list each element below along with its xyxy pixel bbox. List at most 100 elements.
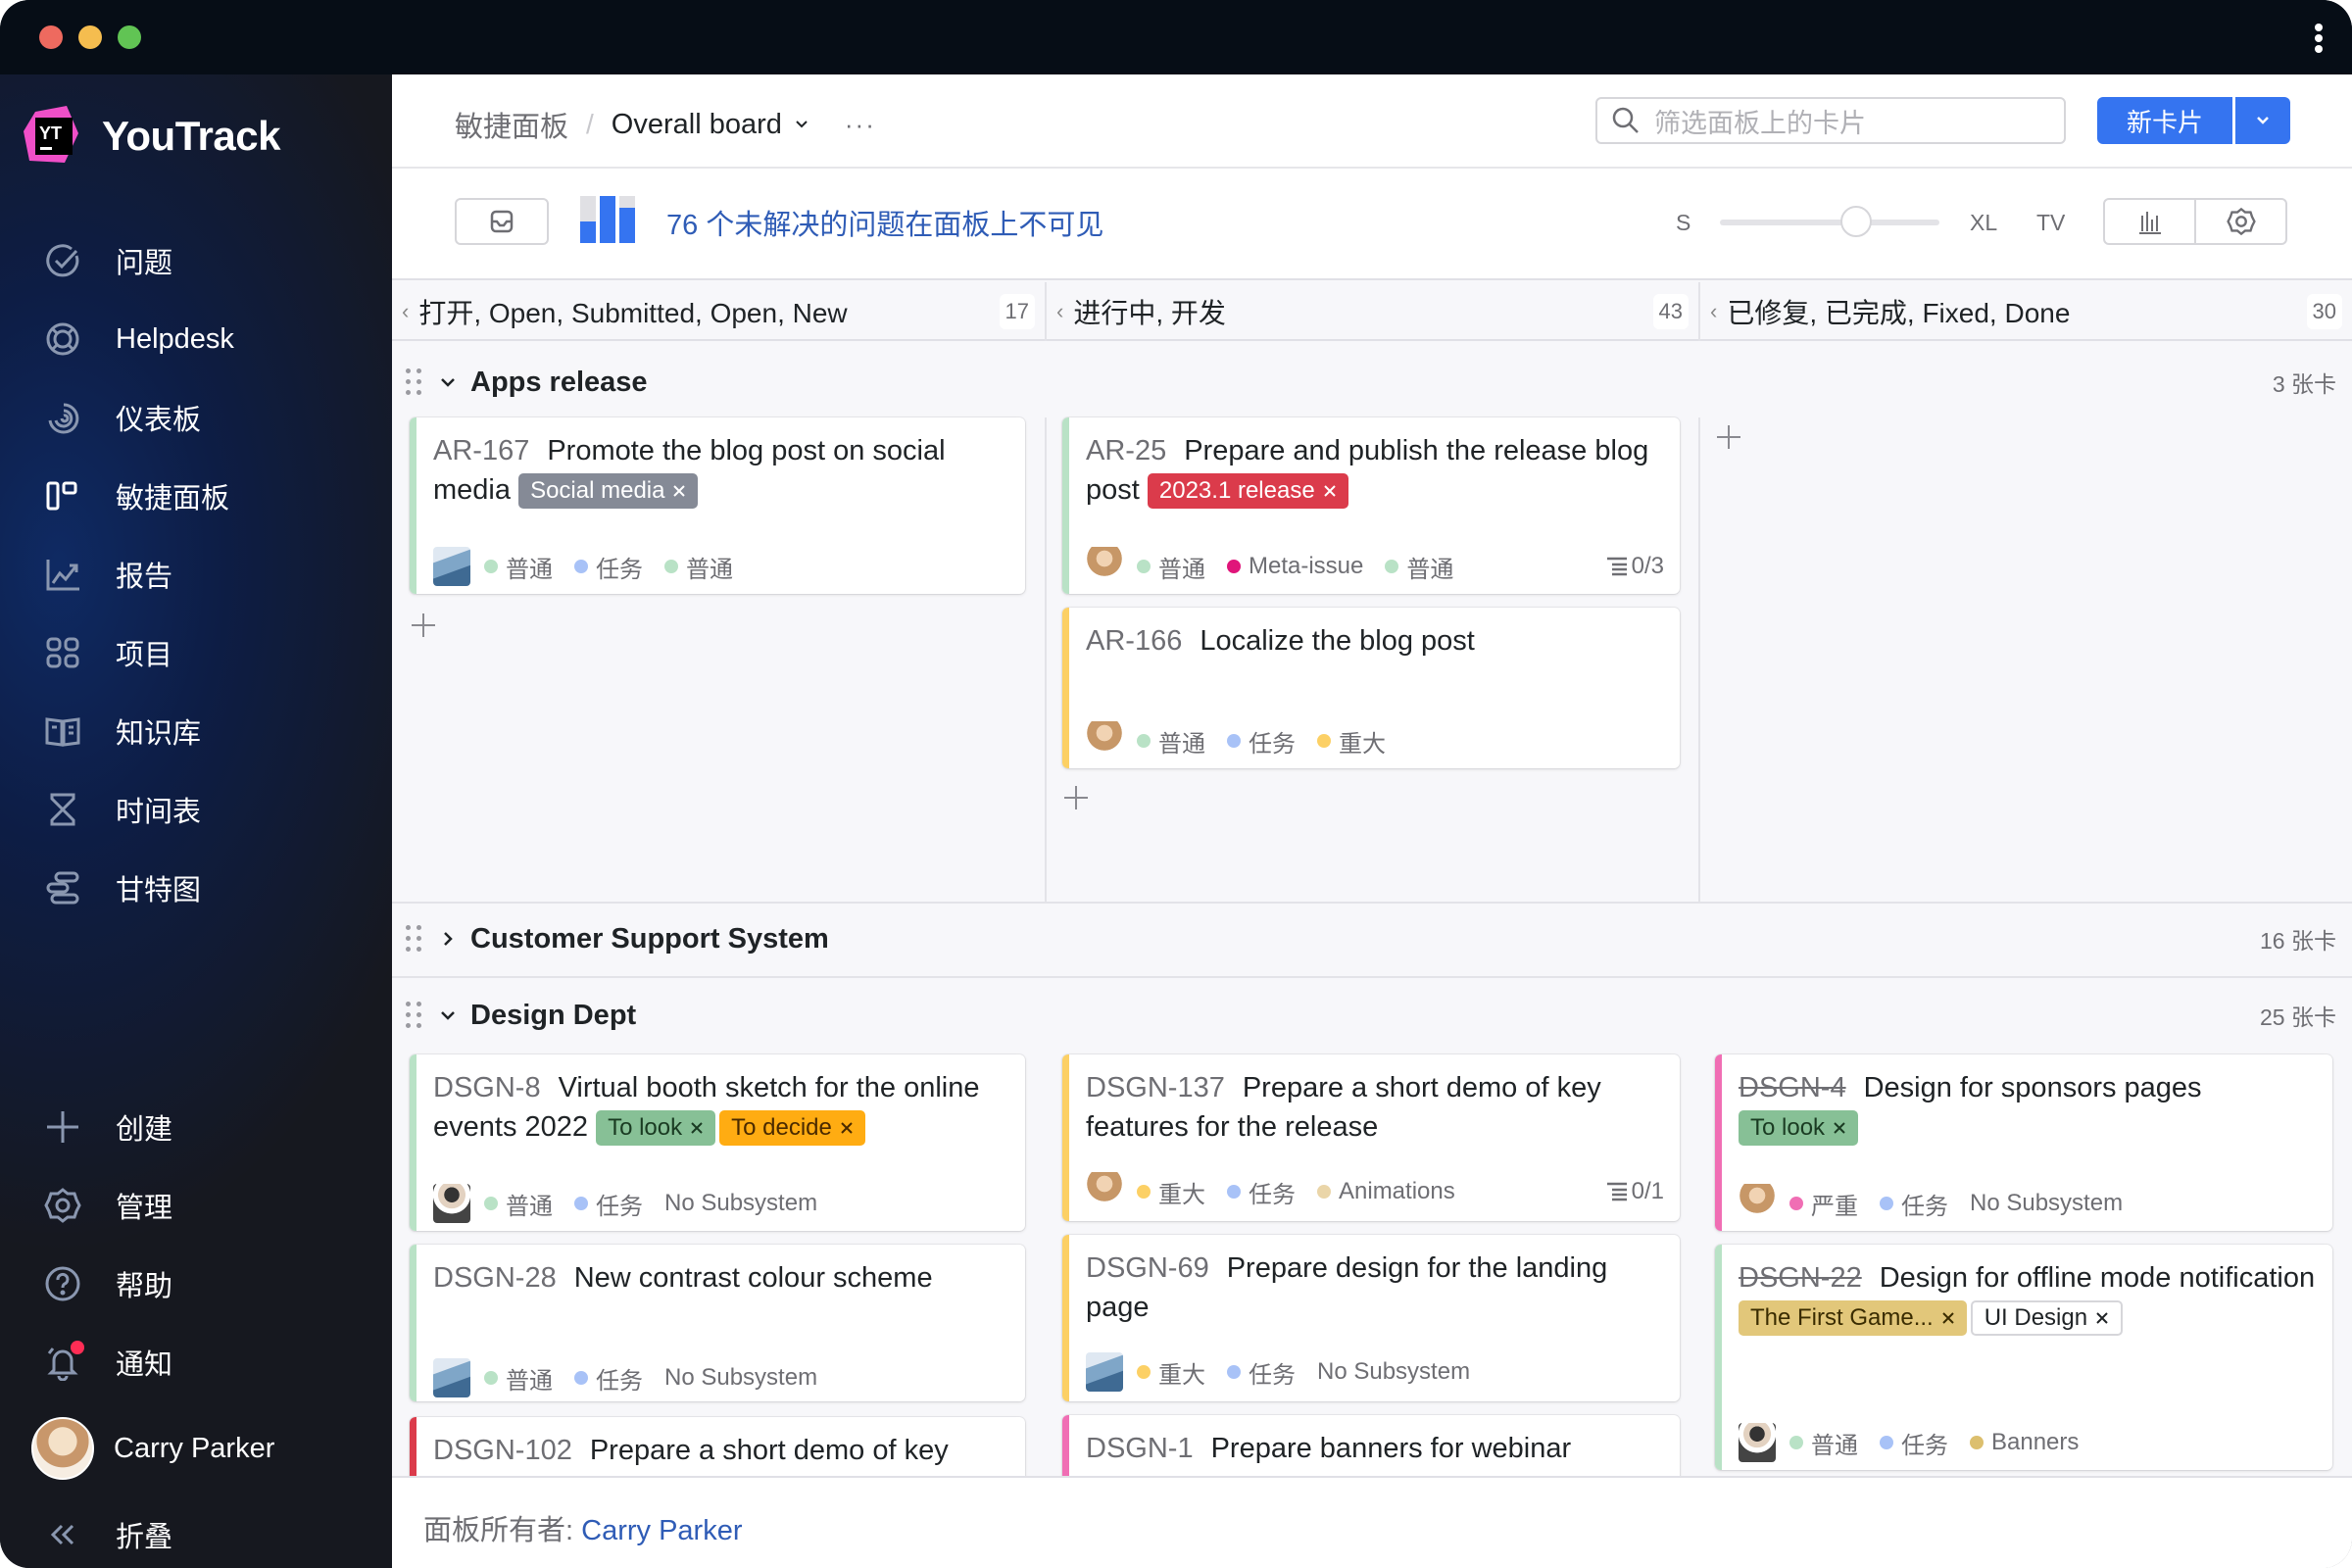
chevron-left-icon[interactable]: ‹	[1710, 299, 1717, 324]
column-header-open[interactable]: ‹ 打开, Open, Submitted, Open, New 17	[392, 282, 1045, 341]
column-header-done[interactable]: ‹ 已修复, 已完成, Fixed, Done 30	[1698, 282, 2352, 341]
issue-id[interactable]: DSGN-69	[1086, 1252, 1209, 1284]
card-DSGN-137[interactable]: DSGN-137 Prepare a short demo of key feat…	[1062, 1054, 1680, 1221]
sidebar-collapse-button[interactable]: 折叠	[0, 1495, 392, 1568]
field-value[interactable]: Meta-issue	[1227, 553, 1363, 580]
field-value[interactable]: 任务	[1227, 1175, 1296, 1209]
youtrack-logo[interactable]: YT YouTrack	[22, 104, 280, 169]
sidebar-item-knowledge-base[interactable]: 知识库	[0, 692, 392, 770]
field-value[interactable]: 普通	[1137, 724, 1205, 759]
assignee-avatar[interactable]	[1739, 1184, 1776, 1223]
subtasks-counter[interactable]: 0/3	[1606, 553, 1664, 580]
chevron-right-icon[interactable]	[439, 930, 457, 948]
sidebar-item-create[interactable]: 创建	[0, 1088, 392, 1166]
tag[interactable]: To look	[596, 1110, 716, 1147]
sidebar-item-gantt[interactable]: 甘特图	[0, 849, 392, 927]
field-value[interactable]: 任务	[1227, 1355, 1296, 1390]
card-AR-25[interactable]: AR-25 Prepare and publish the release blo…	[1062, 417, 1680, 594]
tag[interactable]: To look	[1739, 1110, 1859, 1147]
tag[interactable]: Social media	[518, 473, 699, 510]
assignee-avatar[interactable]	[1086, 1352, 1123, 1392]
remove-tag-icon[interactable]	[690, 1121, 704, 1135]
drag-handle-icon[interactable]	[406, 925, 421, 953]
subsystem-field[interactable]: No Subsystem	[1317, 1358, 1470, 1386]
card-DSGN-69[interactable]: DSGN-69 Prepare design for the landing pa…	[1062, 1235, 1680, 1401]
issue-id[interactable]: AR-166	[1086, 625, 1182, 657]
board-more-button[interactable]: ···	[845, 110, 876, 140]
sidebar-item-issues[interactable]: 问题	[0, 221, 392, 300]
subsystem-field[interactable]: No Subsystem	[664, 1364, 817, 1392]
card-size-slider[interactable]	[1720, 206, 1939, 237]
card-DSGN-28[interactable]: DSGN-28 New contrast colour scheme 普通 任务 No…	[410, 1245, 1025, 1401]
chevron-down-icon[interactable]	[794, 117, 809, 132]
board-owner-link[interactable]: Carry Parker	[581, 1515, 742, 1546]
assignee-avatar[interactable]	[433, 1358, 470, 1397]
issue-id[interactable]: AR-167	[433, 435, 529, 466]
subsystem-field[interactable]: No Subsystem	[664, 1190, 817, 1217]
field-value[interactable]: 任务	[574, 1361, 643, 1396]
search-input[interactable]: 筛选面板上的卡片	[1595, 97, 2066, 144]
sidebar-item-agile-boards[interactable]: 敏捷面板	[0, 457, 392, 535]
tag[interactable]: To decide	[719, 1110, 865, 1147]
field-value[interactable]: 普通	[664, 550, 733, 584]
board-settings-button[interactable]	[2194, 200, 2285, 243]
field-value[interactable]: 严重	[1789, 1187, 1858, 1221]
sidebar-item-reports[interactable]: 报告	[0, 535, 392, 613]
close-window-button[interactable]	[39, 25, 63, 49]
sidebar-item-administration[interactable]: 管理	[0, 1166, 392, 1245]
new-card-button[interactable]: 新卡片	[2097, 97, 2232, 144]
chevron-down-icon[interactable]	[439, 373, 457, 391]
assignee-avatar[interactable]	[1086, 547, 1123, 586]
hidden-issues-link[interactable]: 76 个未解决的问题在面板上不可见	[666, 202, 1103, 243]
remove-tag-icon[interactable]	[1833, 1121, 1846, 1135]
remove-tag-icon[interactable]	[840, 1121, 854, 1135]
field-value[interactable]: 重大	[1317, 724, 1386, 759]
chart-button[interactable]	[2105, 200, 2194, 243]
issue-id[interactable]: AR-25	[1086, 435, 1166, 466]
card-AR-166[interactable]: AR-166 Localize the blog post 普通 任务 重大	[1062, 608, 1680, 768]
window-menu-kebab-icon[interactable]	[2313, 24, 2325, 53]
field-value[interactable]: 普通	[484, 1361, 553, 1396]
card-DSGN-4[interactable]: DSGN-4 Design for sponsors pages To look 严…	[1715, 1054, 2332, 1231]
card-DSGN-8[interactable]: DSGN-8 Virtual booth sketch for the onlin…	[410, 1054, 1025, 1231]
drag-handle-icon[interactable]	[406, 1002, 421, 1029]
sidebar-item-timesheets[interactable]: 时间表	[0, 770, 392, 849]
remove-tag-icon[interactable]	[1941, 1311, 1955, 1325]
issue-id[interactable]: DSGN-1	[1086, 1433, 1194, 1464]
chevron-down-icon[interactable]	[439, 1006, 457, 1024]
sidebar-item-dashboard[interactable]: 仪表板	[0, 378, 392, 457]
field-value[interactable]: 任务	[574, 550, 643, 584]
add-card-plus-icon[interactable]	[410, 612, 437, 639]
tag[interactable]: 2023.1 release	[1147, 473, 1348, 510]
assignee-avatar[interactable]	[1086, 721, 1123, 760]
user-profile[interactable]: Carry Parker	[0, 1401, 392, 1495]
chevron-left-icon[interactable]: ‹	[402, 299, 409, 324]
assignee-avatar[interactable]	[1086, 1172, 1123, 1211]
field-value[interactable]: 任务	[1227, 724, 1296, 759]
field-value[interactable]: 任务	[1880, 1426, 1948, 1460]
field-value[interactable]: 普通	[484, 1187, 553, 1221]
card-size-label-s[interactable]: S	[1676, 210, 1690, 236]
sidebar-item-helpdesk[interactable]: Helpdesk	[0, 300, 392, 378]
subtasks-counter[interactable]: 0/1	[1606, 1178, 1664, 1205]
issue-id[interactable]: DSGN-4	[1739, 1072, 1846, 1103]
tag[interactable]: The First Game...	[1739, 1300, 1967, 1337]
assignee-avatar[interactable]	[433, 547, 470, 586]
assignee-avatar[interactable]	[1739, 1423, 1776, 1462]
issue-id[interactable]: DSGN-102	[433, 1435, 572, 1466]
card-AR-167[interactable]: AR-167 Promote the blog post on social me…	[410, 417, 1025, 594]
slider-handle[interactable]	[1839, 206, 1872, 237]
remove-tag-icon[interactable]	[1323, 484, 1337, 498]
assignee-avatar[interactable]	[433, 1184, 470, 1223]
issue-id[interactable]: DSGN-22	[1739, 1262, 1862, 1294]
sidebar-item-help[interactable]: 帮助	[0, 1245, 392, 1323]
remove-tag-icon[interactable]	[672, 484, 686, 498]
field-value[interactable]: 重大	[1137, 1355, 1205, 1390]
swimlane-header-apps-release[interactable]: Apps release 3 张卡	[392, 347, 2352, 417]
field-value[interactable]: 普通	[484, 550, 553, 584]
maximize-window-button[interactable]	[118, 25, 141, 49]
field-value[interactable]: Animations	[1317, 1178, 1455, 1205]
swimlane-header-design-dept[interactable]: Design Dept 25 张卡	[392, 980, 2352, 1051]
chevron-left-icon[interactable]: ‹	[1056, 299, 1063, 324]
field-value[interactable]: 重大	[1137, 1175, 1205, 1209]
